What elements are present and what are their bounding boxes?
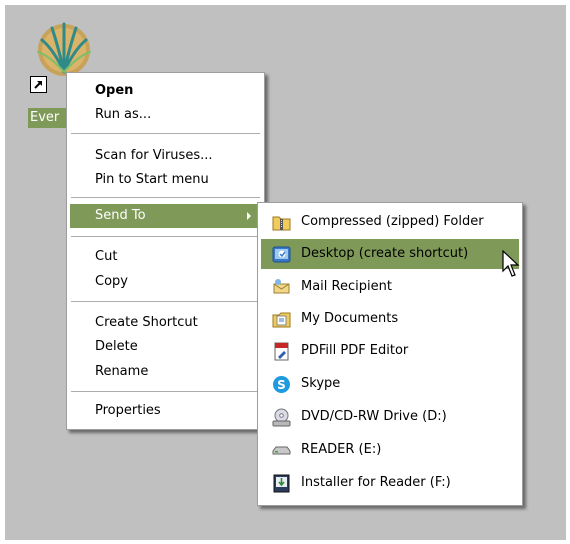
menu-item-scan-for-viruses[interactable]: Scan for Viruses... bbox=[70, 144, 261, 168]
send-to-desktop-shortcut[interactable]: Desktop (create shortcut) bbox=[261, 239, 519, 269]
menu-item-properties[interactable]: Properties bbox=[70, 399, 261, 423]
send-to-reader-drive[interactable]: READER (E:) bbox=[261, 435, 519, 465]
dvd-drive-icon bbox=[272, 408, 291, 427]
removable-drive-icon bbox=[272, 446, 291, 455]
menu-item-rename[interactable]: Rename bbox=[70, 360, 261, 384]
menu-separator bbox=[71, 133, 260, 134]
pdfill-icon bbox=[274, 342, 289, 361]
send-to-compressed-folder[interactable]: Compressed (zipped) Folder bbox=[261, 207, 519, 237]
send-to-installer-drive[interactable]: Installer for Reader (F:) bbox=[261, 468, 519, 498]
installer-drive-icon bbox=[273, 474, 290, 493]
my-documents-icon bbox=[272, 312, 291, 328]
zip-folder-icon bbox=[272, 216, 291, 231]
menu-item-create-shortcut[interactable]: Create Shortcut bbox=[70, 311, 261, 335]
menu-separator bbox=[71, 391, 260, 392]
context-menu: Open Run as... Scan for Viruses... Pin t… bbox=[66, 72, 265, 430]
mail-recipient-icon bbox=[273, 279, 290, 294]
menu-item-copy[interactable]: Copy bbox=[70, 270, 261, 294]
send-to-submenu: Compressed (zipped) Folder Desktop (crea… bbox=[257, 202, 523, 506]
menu-separator bbox=[71, 236, 260, 237]
menu-item-send-to[interactable]: Send To bbox=[70, 204, 261, 228]
skype-icon: S bbox=[273, 376, 290, 393]
menu-separator bbox=[71, 301, 260, 302]
palm-logo-icon bbox=[37, 22, 91, 76]
desktop-shortcut-icon bbox=[272, 246, 291, 263]
send-to-dvd-drive[interactable]: DVD/CD-RW Drive (D:) bbox=[261, 402, 519, 432]
menu-item-pin-to-start[interactable]: Pin to Start menu bbox=[70, 168, 261, 192]
shortcut-arrow-icon bbox=[30, 76, 47, 93]
menu-item-open[interactable]: Open bbox=[70, 79, 261, 103]
menu-separator bbox=[71, 197, 260, 198]
menu-item-cut[interactable]: Cut bbox=[70, 245, 261, 269]
send-to-skype[interactable]: S Skype bbox=[261, 369, 519, 399]
screenshot-frame: Ever Open Run as... Scan for Viruses... … bbox=[0, 0, 570, 544]
menu-item-run-as[interactable]: Run as... bbox=[70, 103, 261, 127]
submenu-arrow-icon bbox=[247, 212, 251, 220]
send-to-mail-recipient[interactable]: Mail Recipient bbox=[261, 272, 519, 302]
send-to-my-documents[interactable]: My Documents bbox=[261, 304, 519, 334]
mouse-cursor-icon bbox=[502, 250, 520, 277]
svg-text:S: S bbox=[277, 378, 286, 392]
menu-item-delete[interactable]: Delete bbox=[70, 335, 261, 359]
send-to-pdfill[interactable]: PDFill PDF Editor bbox=[261, 336, 519, 366]
